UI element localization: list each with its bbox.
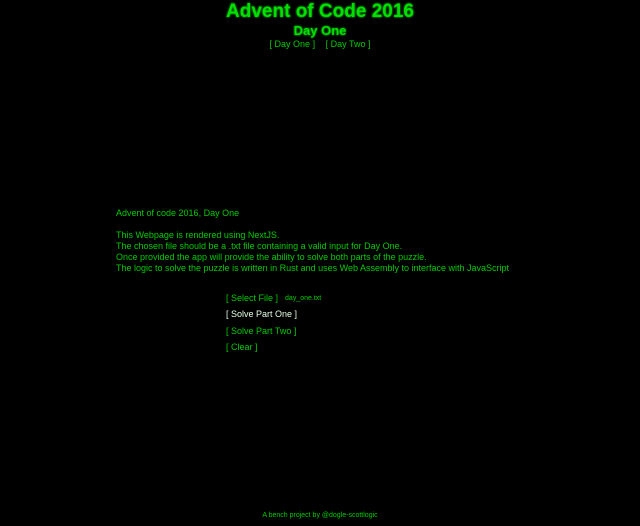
page-title: Day One <box>293 23 347 38</box>
solve-part-two-button[interactable]: [ Solve Part Two ] <box>226 326 296 337</box>
selected-file-name: day_one.txt <box>285 294 322 302</box>
day-nav: [ Day One ] [ Day Two ] <box>0 38 640 51</box>
intro-line: The chosen file should be a .txt file co… <box>116 241 403 251</box>
nav-link-day-two[interactable]: [ Day Two ] <box>326 39 371 49</box>
clear-button[interactable]: [ Clear ] <box>226 342 258 353</box>
select-file-button[interactable]: [ Select File ] <box>226 293 278 304</box>
select-file-row: [ Select File ] day_one.txt <box>226 290 321 307</box>
solve-part-one-button[interactable]: [ Solve Part One ] <box>226 309 297 320</box>
intro-line: Once provided the app will provide the a… <box>116 252 427 262</box>
footer-credit: A bench project by @dogle-scottlogic <box>262 512 378 519</box>
page-header: Advent of Code 2016 Day One [ Day One ] … <box>0 0 640 51</box>
intro-heading: Advent of code 2016, Day One <box>116 208 240 218</box>
intro-section: Advent of code 2016, Day One This Webpag… <box>116 208 616 274</box>
page-footer: A bench project by @dogle-scottlogic <box>0 511 640 521</box>
solve-part-two-row: [ Solve Part Two ] <box>226 323 321 340</box>
puzzle-controls: [ Select File ] day_one.txt [ Solve Part… <box>226 290 321 356</box>
clear-row: [ Clear ] <box>226 340 321 357</box>
site-title: Advent of Code 2016 <box>226 1 414 22</box>
solve-part-one-row: [ Solve Part One ] <box>226 307 321 324</box>
intro-line: This Webpage is rendered using NextJS. <box>116 230 280 240</box>
nav-link-day-one[interactable]: [ Day One ] <box>270 39 316 49</box>
intro-line: The logic to solve the puzzle is written… <box>116 263 510 273</box>
